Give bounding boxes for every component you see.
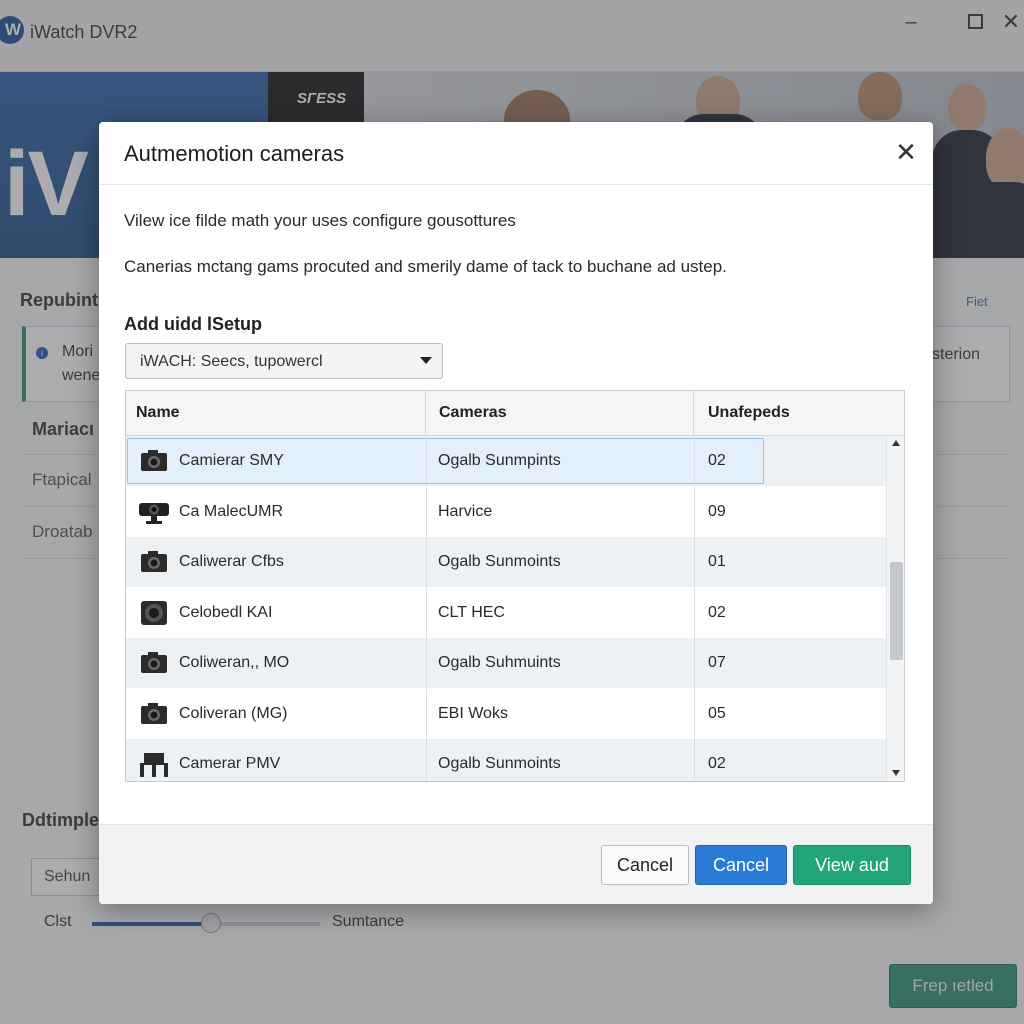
cell-divider <box>426 739 427 781</box>
cell-name: Caliwerar Cfbs <box>179 553 284 570</box>
camera-icon <box>138 547 170 577</box>
lens-icon <box>138 598 170 628</box>
setup-label: Add uidd lSetup <box>124 314 262 334</box>
cell-count: 09 <box>708 502 726 520</box>
cell-count: 07 <box>708 654 726 671</box>
table-row[interactable]: Coliweran,, MO Ogalb Suhmuints 07 <box>126 638 886 688</box>
setup-select-value: iWACH: Seecs, tupowercl <box>140 353 323 370</box>
scroll-thumb[interactable] <box>890 562 903 660</box>
table-row[interactable]: Camierar SMY Ogalb Sunmpints 02 <box>126 436 886 486</box>
cell-cameras: CLT HEC <box>438 603 505 621</box>
column-header-cameras[interactable]: Cameras <box>439 404 507 422</box>
cell-divider <box>426 486 427 537</box>
cell-cameras: EBI Woks <box>438 704 508 722</box>
table-row[interactable]: Caliwerar Cfbs Ogalb Sunmoints 01 <box>126 537 886 587</box>
cell-divider <box>694 739 695 781</box>
cell-name: Camerar PMV <box>179 755 281 772</box>
cell-count: 02 <box>708 603 726 621</box>
camera-icon <box>138 648 170 678</box>
cell-divider <box>426 436 427 486</box>
cell-name: Ca MalecUMR <box>179 502 284 520</box>
cell-cameras: Harvice <box>438 502 493 520</box>
column-divider <box>425 391 426 436</box>
cell-cameras: Ogalb Sunmoints <box>438 553 561 570</box>
dialog-header: Autmemotion cameras ✕ <box>99 122 933 185</box>
chevron-down-icon <box>420 357 432 364</box>
table-row[interactable]: Coliveran (MG) EBI Woks 05 <box>126 688 886 739</box>
cell-cameras: Ogalb Suhmuints <box>438 654 561 671</box>
cell-cameras: Ogalb Sunmpints <box>438 452 561 469</box>
view-button[interactable]: View aud <box>793 845 911 885</box>
cell-count: 02 <box>708 452 726 469</box>
table-row[interactable]: Ca MalecUMR Harvice 09 <box>126 486 886 537</box>
webcam-icon <box>138 497 170 527</box>
cancel-primary-button[interactable]: Cancel <box>695 845 787 885</box>
cell-name: Coliweran,, MO <box>179 654 290 671</box>
cell-name: Camierar SMY <box>179 452 284 469</box>
cell-divider <box>694 638 695 688</box>
cell-divider <box>426 638 427 688</box>
cameras-dialog: Autmemotion cameras ✕ Vilew ice filde ma… <box>99 122 933 904</box>
cell-cameras: Ogalb Sunmoints <box>438 755 561 772</box>
cell-divider <box>426 587 427 638</box>
cell-divider <box>426 537 427 587</box>
dialog-title: Autmemotion cameras <box>124 141 345 166</box>
scroll-down-arrow-icon[interactable] <box>892 770 900 776</box>
column-header-name[interactable]: Name <box>136 404 180 422</box>
cell-divider <box>426 688 427 739</box>
table-row[interactable]: Camerar PMV Ogalb Sunmoints 02 <box>126 739 886 781</box>
cell-count: 02 <box>708 755 726 772</box>
table-header: Name Cameras Unafepeds <box>126 391 904 436</box>
column-divider <box>693 391 694 436</box>
cameras-table: Name Cameras Unafepeds Camierar SMY Ogalb… <box>125 390 905 782</box>
dialog-description: Canerias mctang gams procuted and smeril… <box>124 257 727 276</box>
cell-name: Coliveran (MG) <box>179 704 288 722</box>
column-header-count[interactable]: Unafepeds <box>708 404 790 422</box>
table-row[interactable]: Celobedl KAI CLT HEC 02 <box>126 587 886 638</box>
tripod-icon <box>138 749 170 779</box>
camera-icon <box>138 699 170 729</box>
setup-select[interactable]: iWACH: Seecs, tupowercl <box>125 343 443 379</box>
dialog-close-button[interactable]: ✕ <box>892 138 920 166</box>
cell-count: 01 <box>708 553 726 570</box>
cancel-button[interactable]: Cancel <box>601 845 689 885</box>
cell-count: 05 <box>708 704 726 722</box>
cell-divider <box>694 486 695 537</box>
cell-divider <box>694 436 695 486</box>
cell-divider <box>694 688 695 739</box>
scroll-up-arrow-icon[interactable] <box>892 440 900 446</box>
table-scrollbar[interactable] <box>886 436 904 781</box>
dialog-description: Vilew ice filde math your uses configure… <box>124 211 516 230</box>
cell-divider <box>694 587 695 638</box>
camera-icon <box>138 446 170 476</box>
cell-name: Celobedl KAI <box>179 603 273 621</box>
cell-divider <box>694 537 695 587</box>
